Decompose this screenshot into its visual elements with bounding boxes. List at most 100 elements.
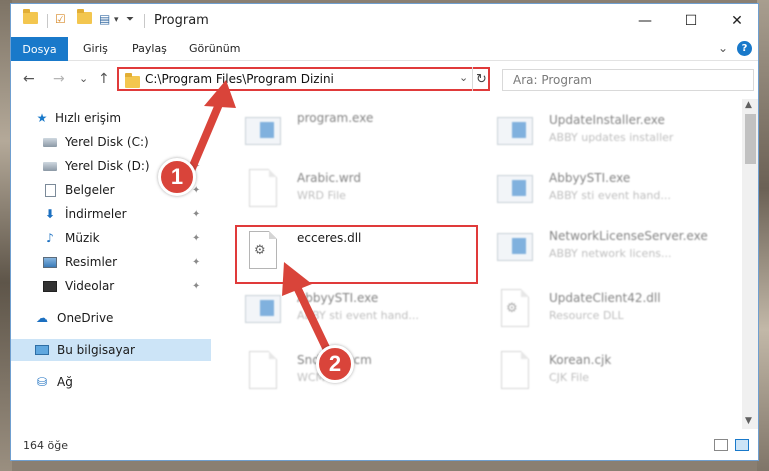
file-name: UpdateClient42.dll [549, 291, 661, 305]
search-box[interactable]: Ara: Program [502, 69, 754, 91]
videos-icon [43, 279, 57, 293]
sidebar-item-disk-c[interactable]: Yerel Disk (C:) [11, 131, 211, 153]
back-arrow-icon[interactable]: ← [23, 71, 35, 87]
sidebar-item-label: Hızlı erişim [55, 111, 122, 125]
sidebar-item-network[interactable]: ⛁ Ağ [11, 371, 211, 393]
pin-icon[interactable]: ✦ [192, 209, 200, 220]
up-arrow-icon[interactable]: ↑ [98, 71, 110, 87]
tab-dosya[interactable]: Dosya [11, 37, 68, 61]
sidebar-item-videos[interactable]: Videolar ✦ [11, 275, 211, 297]
tab-giris[interactable]: Giriş [83, 42, 108, 55]
sidebar-item-downloads[interactable]: ⬇ İndirmeler ✦ [11, 203, 211, 225]
sidebar-item-label: Bu bilgisayar [57, 343, 135, 357]
pin-icon[interactable]: ✦ [192, 233, 200, 244]
network-icon: ⛁ [36, 375, 48, 389]
customize-quick-access-dropdown-icon[interactable]: ▾ [114, 15, 119, 33]
scroll-up-icon[interactable]: ▲ [745, 100, 752, 110]
step-badge-2: 2 [316, 345, 354, 383]
file-item[interactable]: AbbyySTI.exe ABBY sti event hand... [487, 165, 737, 217]
sidebar-item-quick-access[interactable]: ★ Hızlı erişim [11, 107, 211, 129]
address-row: ← → ⌄ ↑ C:\Program Files\Program Dizini … [11, 62, 758, 97]
forward-arrow-icon[interactable]: → [53, 71, 65, 87]
sidebar-item-label: Yerel Disk (D:) [65, 159, 150, 173]
music-icon: ♪ [46, 231, 54, 245]
dll-gear-icon: ⚙ [497, 287, 533, 331]
file-item[interactable]: NetworkLicenseServer.exe ABBY network li… [487, 223, 737, 275]
sidebar-item-pictures[interactable]: Resimler ✦ [11, 251, 211, 273]
file-item[interactable]: AbbyySTI.exe ABBY sti event hand... [235, 285, 485, 337]
status-bar: 164 öğe [11, 432, 758, 460]
disk-icon [43, 159, 57, 173]
sidebar-item-label: Videolar [65, 279, 115, 293]
address-dropdown-chevron-icon[interactable]: ⌄ [459, 71, 468, 84]
file-item[interactable]: ⚙ UpdateClient42.dll Resource DLL [487, 285, 737, 337]
details-view-icon[interactable] [714, 439, 728, 451]
title-bar: ☑ ▤ ▾ ⏷ Program — ☐ ✕ [11, 4, 758, 37]
expand-ribbon-chevron-icon[interactable]: ⌄ [718, 41, 728, 55]
vertical-scrollbar[interactable]: ▲ ▼ [742, 99, 758, 429]
file-item[interactable]: UpdateInstaller.exe ABBY updates install… [487, 107, 737, 159]
file-icon [245, 349, 281, 393]
sidebar-item-label: Müzik [65, 231, 100, 245]
pin-icon[interactable]: ✦ [192, 257, 200, 268]
download-icon: ⬇ [44, 207, 56, 221]
large-icons-view-icon[interactable] [735, 439, 749, 451]
window-title: Program [154, 13, 209, 28]
tab-paylas[interactable]: Paylaş [132, 42, 167, 55]
scroll-down-icon[interactable]: ▼ [745, 416, 752, 426]
sidebar-item-music[interactable]: ♪ Müzik ✦ [11, 227, 211, 249]
quick-access-folder-icon[interactable] [23, 9, 38, 30]
sidebar-item-label: İndirmeler [65, 207, 127, 221]
file-name: Arabic.wrd [297, 171, 362, 185]
pin-icon[interactable]: ✦ [192, 281, 200, 292]
application-icon [497, 225, 533, 269]
file-item[interactable]: program.exe [235, 107, 485, 159]
navigation-pane: ★ Hızlı erişim Yerel Disk (C:) Yerel Dis… [11, 99, 211, 439]
new-folder-icon[interactable] [77, 9, 92, 30]
help-icon[interactable]: ? [737, 41, 752, 56]
step-badge-1: 1 [158, 158, 196, 196]
tab-gorunum[interactable]: Görünüm [189, 42, 240, 55]
file-description: ABBY sti event hand... [549, 189, 671, 202]
sidebar-item-this-pc[interactable]: Bu bilgisayar [11, 339, 211, 361]
item-count: 164 öğe [23, 439, 68, 452]
file-name: program.exe [297, 111, 374, 125]
refresh-icon[interactable]: ↻ [472, 67, 490, 91]
sidebar-item-label: Resimler [65, 255, 118, 269]
file-description: ABBY sti event hand... [297, 309, 419, 322]
folder-icon [125, 73, 140, 88]
minimize-button[interactable]: — [622, 4, 668, 37]
address-bar[interactable]: C:\Program Files\Program Dizini ⌄ ↻ [117, 67, 490, 91]
maximize-button[interactable]: ☐ [668, 4, 714, 37]
application-icon [245, 287, 281, 331]
scroll-thumb[interactable] [745, 114, 756, 164]
file-item[interactable]: SndTo...wcm WCM File [235, 347, 485, 399]
cloud-icon: ☁ [36, 311, 48, 325]
sidebar-item-label: Ağ [57, 375, 73, 389]
file-description: CJK File [549, 371, 590, 384]
down-arrow-icon[interactable]: ⏷ [126, 14, 134, 32]
computer-icon [35, 343, 49, 357]
file-item[interactable]: Arabic.wrd WRD File [235, 165, 485, 217]
sidebar-item-label: Belgeler [65, 183, 115, 197]
properties-icon[interactable]: ☑ [55, 12, 66, 30]
file-name: AbbyySTI.exe [549, 171, 631, 185]
file-description: WRD File [297, 189, 346, 202]
document-icon [43, 183, 57, 197]
file-name: UpdateInstaller.exe [549, 113, 665, 127]
application-icon [497, 167, 533, 211]
address-path[interactable]: C:\Program Files\Program Dizini [145, 72, 334, 86]
separator [144, 14, 145, 28]
file-icon [497, 349, 533, 393]
star-icon: ★ [36, 111, 48, 125]
file-description: ABBY updates installer [549, 131, 674, 144]
search-placeholder[interactable]: Ara: Program [513, 73, 592, 87]
file-description: Resource DLL [549, 309, 624, 322]
close-button[interactable]: ✕ [714, 4, 758, 37]
recent-locations-chevron-icon[interactable]: ⌄ [79, 72, 88, 85]
rename-icon[interactable]: ▤ [99, 12, 110, 30]
file-item[interactable]: Korean.cjk CJK File [487, 347, 737, 399]
sidebar-item-onedrive[interactable]: ☁ OneDrive [11, 307, 211, 329]
file-name: Korean.cjk [549, 353, 612, 367]
pictures-icon [43, 255, 57, 269]
